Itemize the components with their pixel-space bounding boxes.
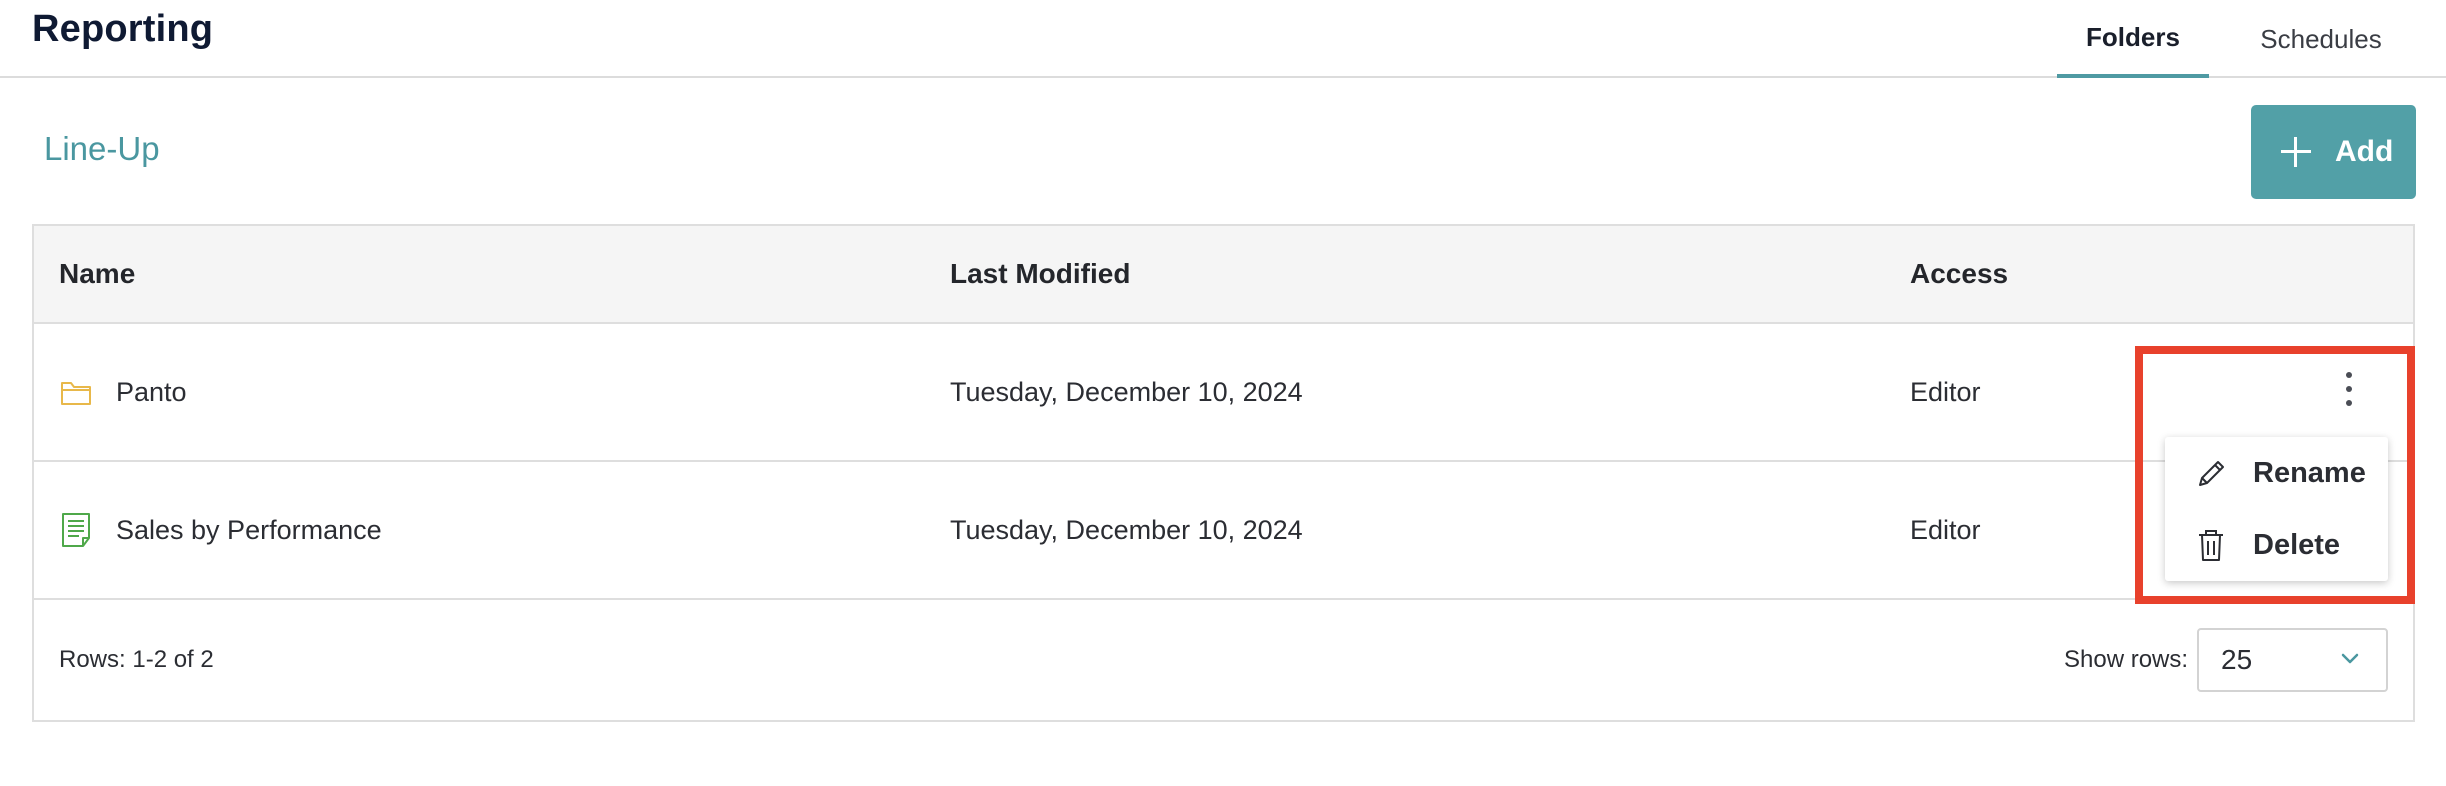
more-options-icon[interactable] (2334, 364, 2364, 414)
chevron-down-icon (2341, 653, 2359, 664)
table-header: Name Last Modified Access (34, 226, 2413, 324)
row-last-modified: Tuesday, December 10, 2024 (950, 376, 1303, 407)
table-row[interactable]: Panto Tuesday, December 10, 2024 Editor (34, 324, 2413, 462)
menu-item-label: Delete (2253, 528, 2341, 561)
column-header-last-modified[interactable]: Last Modified (950, 226, 1130, 322)
menu-item-rename[interactable]: Rename (2165, 437, 2388, 509)
table-footer: Rows: 1-2 of 2 Show rows: 25 (34, 600, 2413, 720)
table-row[interactable]: Sales by Performance Tuesday, December 1… (34, 462, 2413, 600)
rows-info: Rows: 1-2 of 2 (59, 646, 214, 673)
column-header-name[interactable]: Name (59, 226, 135, 322)
tab-folders[interactable]: Folders (2057, 0, 2209, 78)
app-header: Reporting Folders Schedules (0, 0, 2446, 78)
row-last-modified: Tuesday, December 10, 2024 (950, 514, 1303, 545)
reports-table: Name Last Modified Access Panto Tuesday,… (32, 224, 2415, 722)
row-context-menu: Rename Delete (2165, 437, 2388, 581)
add-button-label: Add (2335, 135, 2394, 168)
trash-icon (2199, 530, 2223, 561)
row-access: Editor (1910, 514, 1981, 545)
breadcrumb-line-up[interactable]: Line-Up (44, 130, 160, 168)
pencil-icon (2199, 461, 2224, 486)
rows-per-page-value: 25 (2221, 644, 2253, 675)
menu-item-delete[interactable]: Delete (2165, 509, 2388, 581)
page-title: Reporting (32, 8, 214, 50)
folder-icon (61, 382, 91, 405)
add-button[interactable]: Add (2251, 105, 2416, 199)
report-icon (62, 513, 90, 547)
column-header-access[interactable]: Access (1910, 226, 2008, 322)
row-name: Sales by Performance (116, 514, 382, 545)
row-name: Panto (116, 376, 187, 407)
tab-schedules[interactable]: Schedules (2236, 0, 2406, 78)
plus-icon (2281, 137, 2311, 167)
show-rows-label: Show rows: (2064, 646, 2189, 673)
rows-per-page-select[interactable]: 25 (2197, 628, 2388, 692)
menu-item-label: Rename (2253, 456, 2366, 489)
row-access: Editor (1910, 376, 1981, 407)
